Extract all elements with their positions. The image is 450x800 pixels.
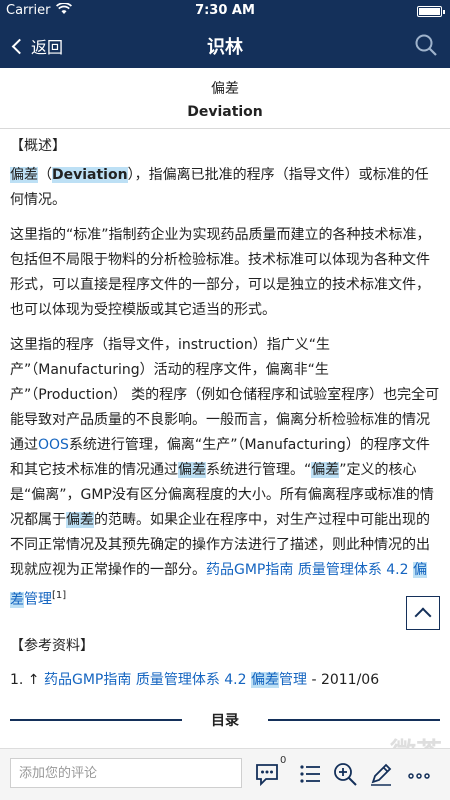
reference-link[interactable]: 药品GMP指南 质量管理体系 4.2 偏差管理 [44,671,307,688]
overview-heading: 【概述】 [10,138,66,154]
page-title: 识林 [207,37,243,58]
back-label: 返回 [31,38,64,57]
toc-toggle[interactable]: 目录 [10,708,440,732]
list-icon [300,765,320,783]
edit-button[interactable] [368,761,394,787]
highlight-term: 偏差 [10,167,38,183]
more-button[interactable] [406,761,432,787]
paragraph-standard: 这里指的“标准”指制药企业为实现药品质量而建立的各种技术标准，包括但不局限于物料… [10,227,431,318]
comments-button[interactable] [254,761,280,787]
chevron-up-icon [414,607,432,625]
article-subtitle: Deviation [187,104,263,120]
highlight-term: 偏差 [311,462,340,478]
title-divider [0,128,450,129]
search-icon [415,34,437,56]
status-time: 7:30 AM [195,3,255,18]
bottom-toolbar: 0 [0,748,450,800]
article-content: 偏差 Deviation 【概述】 偏差（Deviation），指偏离已批准的程… [0,68,450,738]
pencil-icon [371,763,392,786]
back-button[interactable]: 返回 [10,34,63,58]
comment-input[interactable] [10,758,242,788]
scroll-top-button[interactable] [406,596,440,630]
toc-divider-right [268,719,440,721]
paragraph-procedure: 这里指的程序（指导文件，instruction）指广义“生产”（Manufact… [10,337,440,608]
references-heading: 【参考资料】 [10,637,94,654]
zoom-in-icon [334,763,357,786]
status-bar: Carrier 7:30 AM [0,0,450,22]
toc-list-button[interactable] [298,761,324,787]
chevron-left-icon [11,38,28,54]
nav-bar: 返回 识林 [0,22,450,68]
highlight-term: 偏差 [66,512,94,528]
article-title: 偏差 [211,81,239,97]
footnote-ref[interactable]: [1] [52,590,66,601]
reference-item: 1. ↑ 药品GMP指南 质量管理体系 4.2 偏差管理 - 2011/06 [10,671,380,688]
comment-count-badge: 0 [280,755,287,766]
paragraph-definition: 偏差（Deviation），指偏离已批准的程序（指导文件）或标准的任何情况。 [10,167,429,208]
highlight-term: 偏差 [178,462,206,478]
zoom-button[interactable] [332,761,358,787]
highlight-term-en: Deviation [52,167,128,183]
comment-icon [256,764,278,787]
battery-icon [417,6,445,17]
oos-link[interactable]: OOS [38,437,69,453]
more-icon [408,773,430,779]
search-button[interactable] [414,33,438,57]
